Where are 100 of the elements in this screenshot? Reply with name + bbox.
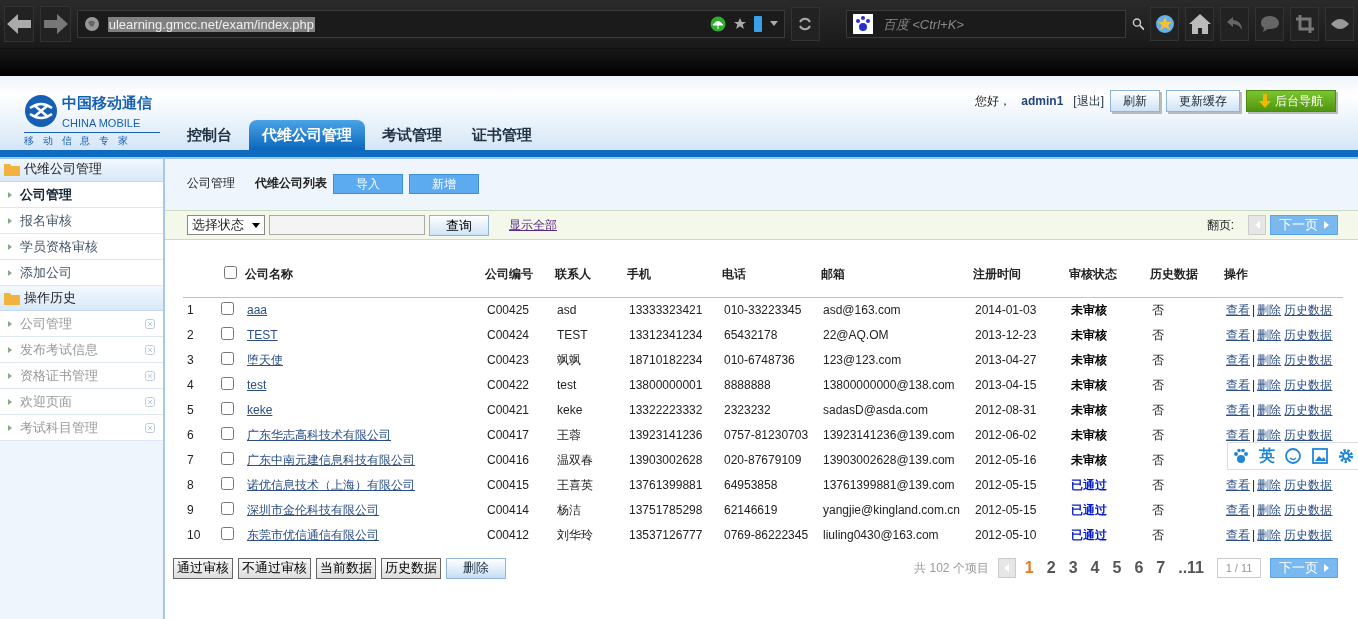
- action-link[interactable]: 删除: [1257, 502, 1282, 517]
- action-link[interactable]: 历史数据: [1284, 502, 1333, 517]
- star-icon[interactable]: [733, 18, 746, 30]
- row-checkbox[interactable]: [221, 452, 234, 465]
- action-link[interactable]: 删除: [1257, 477, 1282, 492]
- action-link[interactable]: 历史数据: [1284, 302, 1333, 317]
- header-button[interactable]: 更新缓存: [1166, 90, 1240, 112]
- home-button[interactable]: [1185, 7, 1215, 41]
- action-link[interactable]: 查看: [1226, 427, 1250, 442]
- row-checkbox[interactable]: [221, 477, 234, 490]
- search-bar[interactable]: 百度 <Ctrl+K>: [845, 10, 1126, 38]
- action-link[interactable]: 历史数据: [1284, 427, 1333, 442]
- sidebar-item[interactable]: 学员资格审核: [0, 234, 163, 260]
- settings-icon[interactable]: [1337, 448, 1354, 464]
- company-link[interactable]: 堕天使: [247, 352, 283, 367]
- dropdown-caret-icon[interactable]: [769, 21, 778, 27]
- sidebar-item[interactable]: 添加公司: [0, 260, 163, 286]
- row-checkbox[interactable]: [221, 352, 234, 365]
- company-link[interactable]: 东莞市优信通信有限公司: [247, 527, 379, 542]
- action-link[interactable]: 历史数据: [1284, 527, 1333, 542]
- page-link[interactable]: 2: [1042, 559, 1060, 577]
- language-toggle[interactable]: 英: [1259, 445, 1276, 467]
- search-icon[interactable]: [1131, 15, 1145, 33]
- action-link[interactable]: 查看: [1226, 302, 1250, 317]
- nav-tab[interactable]: 控制台: [174, 120, 245, 150]
- crop-button[interactable]: [1290, 7, 1320, 41]
- company-link[interactable]: 广东中南元建信息科技有限公司: [247, 452, 415, 467]
- action-link[interactable]: 历史数据: [1284, 477, 1333, 492]
- row-checkbox[interactable]: [221, 502, 234, 515]
- search-field[interactable]: 百度 <Ctrl+K>: [880, 15, 1105, 33]
- bulk-action-button[interactable]: 当前数据: [316, 557, 376, 579]
- action-link[interactable]: 查看: [1226, 352, 1250, 367]
- umbrella-icon: [709, 16, 726, 32]
- undo-button[interactable]: [1220, 7, 1250, 41]
- action-link[interactable]: 历史数据: [1284, 327, 1333, 342]
- action-link[interactable]: 删除: [1257, 327, 1282, 342]
- company-link[interactable]: test: [247, 378, 267, 392]
- action-link[interactable]: 查看: [1226, 527, 1250, 542]
- sidebar-item[interactable]: 公司管理: [0, 182, 163, 208]
- company-link[interactable]: aaa: [247, 303, 268, 317]
- row-checkbox[interactable]: [221, 302, 234, 315]
- eye-button[interactable]: [1325, 7, 1355, 41]
- page-link[interactable]: 4: [1086, 559, 1104, 577]
- action-link[interactable]: 删除: [1257, 352, 1282, 367]
- table-cell-text: 飒飒: [556, 351, 582, 369]
- paw-icon[interactable]: [1233, 448, 1250, 464]
- row-checkbox[interactable]: [221, 427, 234, 440]
- company-link[interactable]: TEST: [247, 328, 278, 342]
- page-link[interactable]: 5: [1108, 559, 1126, 577]
- action-link[interactable]: 删除: [1257, 302, 1282, 317]
- page-link[interactable]: 7: [1152, 559, 1170, 577]
- action-link[interactable]: 删除: [1257, 402, 1282, 417]
- bulk-action-button[interactable]: 删除: [446, 557, 506, 579]
- action-link[interactable]: 历史数据: [1284, 377, 1333, 392]
- company-link[interactable]: 深圳市金伦科技有限公司: [247, 502, 379, 517]
- search-input[interactable]: [269, 215, 425, 235]
- row-checkbox[interactable]: [221, 402, 234, 415]
- show-all-link[interactable]: 显示全部: [509, 216, 557, 234]
- action-link[interactable]: 删除: [1257, 377, 1282, 392]
- back-button[interactable]: [4, 6, 35, 42]
- bulk-action-button[interactable]: 通过审核: [173, 557, 233, 579]
- query-button[interactable]: 查询: [429, 214, 489, 236]
- chat-button[interactable]: [1255, 7, 1285, 41]
- image-icon[interactable]: [1311, 448, 1328, 464]
- smiley-icon[interactable]: [1285, 448, 1302, 464]
- header-button[interactable]: 刷新: [1110, 90, 1160, 112]
- eye-icon: [1330, 18, 1349, 30]
- status-select[interactable]: 选择状态: [187, 215, 265, 235]
- company-link[interactable]: 广东华志高科技术有限公司: [247, 427, 391, 442]
- action-link[interactable]: 删除: [1257, 527, 1282, 542]
- table-cell-text: liuling0430@163.com: [822, 527, 940, 544]
- bulk-action-button[interactable]: 历史数据: [381, 557, 441, 579]
- action-link[interactable]: 查看: [1226, 402, 1250, 417]
- nav-tab[interactable]: 代维公司管理: [249, 120, 365, 150]
- action-link[interactable]: 查看: [1226, 377, 1250, 392]
- nav-tab[interactable]: 证书管理: [459, 120, 545, 150]
- page-link[interactable]: 6: [1130, 559, 1148, 577]
- company-link[interactable]: keke: [247, 403, 273, 417]
- table-cell-text: 王喜英: [556, 476, 594, 494]
- logout-link[interactable]: [退出]: [1073, 92, 1104, 110]
- row-checkbox[interactable]: [221, 327, 234, 340]
- badge-button[interactable]: [1150, 7, 1180, 41]
- action-link[interactable]: 查看: [1226, 327, 1250, 342]
- select-all-checkbox[interactable]: [223, 266, 237, 280]
- company-link[interactable]: 诺优信息技术（上海）有限公司: [247, 477, 415, 492]
- row-checkbox[interactable]: [221, 377, 234, 390]
- action-link[interactable]: 历史数据: [1284, 352, 1333, 367]
- forward-button[interactable]: [40, 6, 71, 42]
- sidebar-item[interactable]: 报名审核: [0, 208, 163, 234]
- address-bar[interactable]: ulearning.gmcc.net/exam/index.php: [76, 10, 785, 38]
- row-checkbox[interactable]: [221, 527, 234, 540]
- action-link[interactable]: 查看: [1226, 477, 1250, 492]
- page-link[interactable]: ..11: [1174, 559, 1208, 577]
- reload-button[interactable]: [790, 7, 820, 41]
- action-link[interactable]: 查看: [1226, 502, 1250, 517]
- bulk-action-button[interactable]: 不通过审核: [238, 557, 311, 579]
- action-link[interactable]: 历史数据: [1284, 402, 1333, 417]
- page-link[interactable]: 3: [1064, 559, 1082, 577]
- action-link[interactable]: 删除: [1257, 427, 1282, 442]
- nav-tab[interactable]: 考试管理: [369, 120, 455, 150]
